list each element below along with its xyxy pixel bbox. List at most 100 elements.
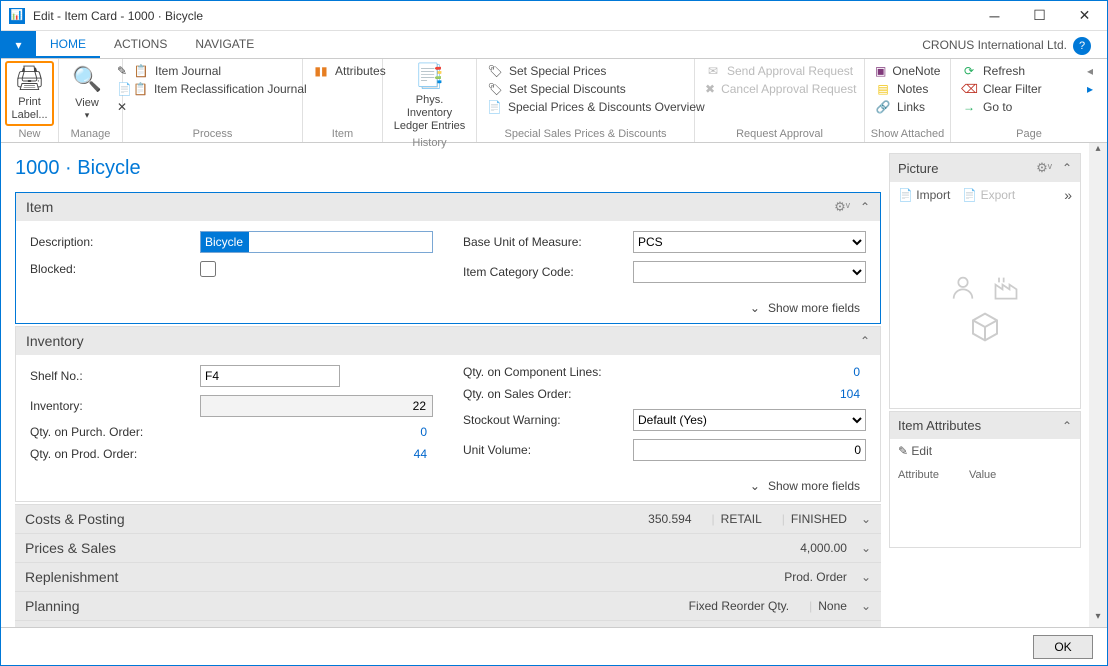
buom-select[interactable]: PCS xyxy=(633,231,866,253)
gear-icon[interactable]: ⚙ᵛ xyxy=(834,199,850,215)
special-overview-button[interactable]: 📄Special Prices & Discounts Overview xyxy=(485,99,686,115)
chevron-up-icon[interactable]: ⌃ xyxy=(860,200,870,214)
minimize-button[interactable]: ─ xyxy=(972,1,1017,31)
close-button[interactable]: ✕ xyxy=(1062,1,1107,31)
factbox-pane: Picture ⚙ᵛ ⌃ 📄 Import 📄 Export » xyxy=(889,143,1089,627)
fasttab-item: Item ⚙ᵛ ⌃ Description: Blocked: xyxy=(15,192,881,324)
file-menu[interactable]: ▾ xyxy=(1,31,36,58)
purch-value[interactable]: 0 xyxy=(200,425,433,439)
main-content: 1000 · Bicycle Item ⚙ᵛ ⌃ Description: Bl… xyxy=(1,143,889,627)
group-special: Special Sales Prices & Discounts xyxy=(481,126,690,142)
prod-value[interactable]: 44 xyxy=(200,447,433,461)
titlebar: 📊 Edit - Item Card - 1000 · Bicycle ─ ☐ … xyxy=(1,1,1107,31)
prod-label: Qty. on Prod. Order: xyxy=(30,447,200,461)
attr-col-attribute: Attribute xyxy=(898,469,939,481)
stockout-select[interactable]: Default (Yes) xyxy=(633,409,866,431)
ok-button[interactable]: OK xyxy=(1033,635,1093,659)
goto-button[interactable]: →Go to xyxy=(959,99,1099,115)
cancel-approval-button[interactable]: ✖Cancel Approval Request xyxy=(703,81,856,97)
maximize-button[interactable]: ☐ xyxy=(1017,1,1062,31)
printer-icon: 🖨 xyxy=(14,65,44,94)
window-title: Edit - Item Card - 1000 · Bicycle xyxy=(33,9,972,23)
picture-header[interactable]: Picture ⚙ᵛ ⌃ xyxy=(890,154,1080,182)
box-icon xyxy=(969,311,1001,343)
journal-icon: 📋 xyxy=(133,82,148,96)
description-input[interactable] xyxy=(200,231,433,253)
item-reclass-button[interactable]: 📋Item Reclassification Journal xyxy=(131,81,294,97)
help-icon[interactable]: ? xyxy=(1073,37,1091,55)
export-button[interactable]: 📄 Export xyxy=(962,188,1015,202)
set-special-prices-button[interactable]: 🏷Set Special Prices xyxy=(485,63,686,79)
shelf-input[interactable] xyxy=(200,365,340,387)
group-process: Process xyxy=(127,126,298,142)
item-show-more[interactable]: Show more fields xyxy=(16,297,880,323)
blocked-checkbox[interactable] xyxy=(200,261,216,277)
stockout-label: Stockout Warning: xyxy=(463,413,633,427)
inventory-show-more[interactable]: Show more fields xyxy=(16,475,880,501)
expand-icon[interactable]: » xyxy=(1064,187,1072,203)
sales-value[interactable]: 104 xyxy=(633,387,866,401)
person-icon xyxy=(949,273,977,301)
attributes-icon: ▮▮ xyxy=(313,64,329,78)
overview-icon: 📄 xyxy=(487,100,502,114)
fasttab-replenishment[interactable]: Replenishment Prod. Order ⌄ xyxy=(15,562,881,591)
chevron-down-icon: ⌄ xyxy=(861,541,871,555)
group-attached: Show Attached xyxy=(869,126,946,142)
send-approval-button[interactable]: ✉Send Approval Request xyxy=(703,63,856,79)
chevron-down-icon: ⌄ xyxy=(861,512,871,526)
fasttab-costs[interactable]: Costs & Posting 350.594| RETAIL| FINISHE… xyxy=(15,504,881,533)
category-label: Item Category Code: xyxy=(463,265,633,279)
group-new: New xyxy=(5,126,54,142)
picture-box: Picture ⚙ᵛ ⌃ 📄 Import 📄 Export » xyxy=(889,153,1081,409)
chevron-up-icon[interactable]: ⌃ xyxy=(1062,419,1072,433)
ledger-icon: 📑 xyxy=(415,63,445,92)
category-select[interactable] xyxy=(633,261,866,283)
attributes-box: Item Attributes ⌃ ✎ Edit Attribute Value xyxy=(889,411,1081,548)
tab-navigate[interactable]: NAVIGATE xyxy=(181,31,268,58)
fasttab-item-header[interactable]: Item ⚙ᵛ ⌃ xyxy=(16,193,880,221)
edit-attributes-button[interactable]: ✎ Edit xyxy=(898,444,932,458)
chevron-down-icon: ⌄ xyxy=(861,599,871,613)
fasttab-planning[interactable]: Planning Fixed Reorder Qty.| None ⌄ xyxy=(15,591,881,620)
set-special-discounts-button[interactable]: 🏷Set Special Discounts xyxy=(485,81,686,97)
phys-inventory-button[interactable]: 📑 Phys. Inventory Ledger Entries xyxy=(387,61,472,135)
refresh-button[interactable]: ⟳Refresh ◂ xyxy=(959,63,1099,79)
item-journal-button[interactable]: 📋Item Journal xyxy=(131,63,294,79)
fasttab-prices[interactable]: Prices & Sales 4,000.00 ⌄ xyxy=(15,533,881,562)
print-label-button[interactable]: 🖨 Print Label... xyxy=(5,61,54,126)
notes-button[interactable]: ▤Notes xyxy=(873,81,942,97)
gear-icon[interactable]: ⚙ᵛ xyxy=(1036,160,1052,176)
ribbon: 🖨 Print Label... New 🔍 View ▾ ✎ 📄 ✕ Mana… xyxy=(1,59,1107,143)
onenote-icon: ▣ xyxy=(875,64,886,78)
tab-actions[interactable]: ACTIONS xyxy=(100,31,181,58)
picture-placeholder xyxy=(890,208,1080,408)
attributes-button[interactable]: ▮▮Attributes xyxy=(311,63,388,79)
links-button[interactable]: 🔗Links xyxy=(873,99,942,115)
menubar: ▾ HOME ACTIONS NAVIGATE CRONUS Internati… xyxy=(1,31,1107,59)
send-icon: ✉ xyxy=(705,64,721,78)
import-button[interactable]: 📄 Import xyxy=(898,188,950,202)
onenote-button[interactable]: ▣OneNote xyxy=(873,63,942,79)
fasttab-tracking[interactable]: Item Tracking ⌄ xyxy=(15,620,881,627)
clear-filter-button[interactable]: ⌫Clear Filter ▸ xyxy=(959,81,1099,97)
footer: OK xyxy=(1,627,1107,665)
attributes-header[interactable]: Item Attributes ⌃ xyxy=(890,412,1080,439)
inventory-label: Inventory: xyxy=(30,399,200,413)
comp-label: Qty. on Component Lines: xyxy=(463,365,633,379)
fasttab-inventory-header[interactable]: Inventory ⌃ xyxy=(16,327,880,355)
description-label: Description: xyxy=(30,235,200,249)
refresh-icon: ⟳ xyxy=(961,64,977,78)
scrollbar[interactable]: ▴▾ xyxy=(1089,143,1107,627)
volume-input[interactable] xyxy=(633,439,866,461)
purch-label: Qty. on Purch. Order: xyxy=(30,425,200,439)
chevron-up-icon[interactable]: ⌃ xyxy=(1062,161,1072,175)
group-page: Page xyxy=(955,126,1103,142)
blocked-label: Blocked: xyxy=(30,262,200,276)
magnifier-icon: 🔍 xyxy=(72,66,102,95)
cancel-icon: ✖ xyxy=(705,82,715,96)
comp-value[interactable]: 0 xyxy=(633,365,866,379)
view-button[interactable]: 🔍 View ▾ xyxy=(63,61,111,126)
group-manage: Manage xyxy=(63,126,118,142)
chevron-up-icon[interactable]: ⌃ xyxy=(860,334,870,348)
tab-home[interactable]: HOME xyxy=(36,31,100,58)
